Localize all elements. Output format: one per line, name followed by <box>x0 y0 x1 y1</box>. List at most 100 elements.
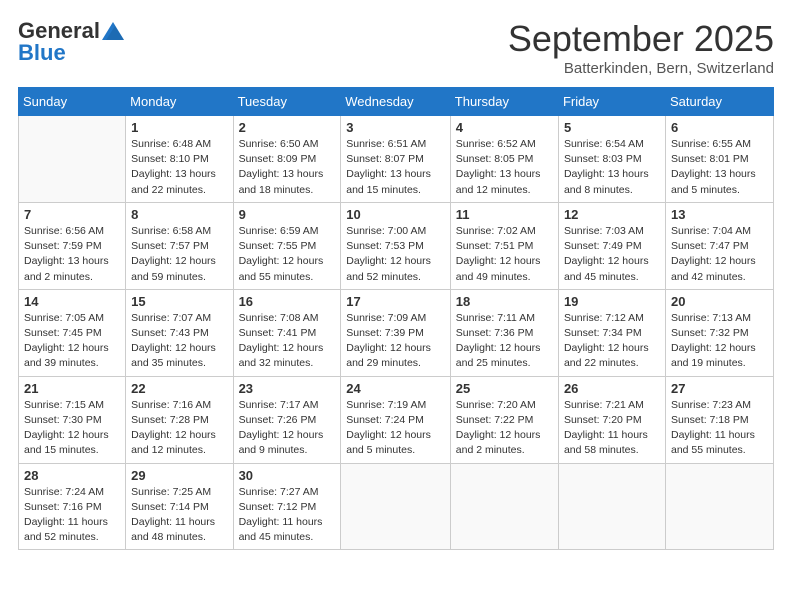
day-info: Sunrise: 7:13 AM Sunset: 7:32 PM Dayligh… <box>671 311 768 372</box>
weekday-header: Sunday <box>19 88 126 116</box>
location: Batterkinden, Bern, Switzerland <box>508 60 774 77</box>
day-number: 28 <box>24 468 120 483</box>
day-info: Sunrise: 7:00 AM Sunset: 7:53 PM Dayligh… <box>346 224 445 285</box>
day-info: Sunrise: 7:19 AM Sunset: 7:24 PM Dayligh… <box>346 398 445 459</box>
calendar-cell <box>450 463 558 550</box>
day-number: 2 <box>239 120 336 135</box>
day-number: 22 <box>131 381 227 396</box>
calendar-cell: 26 Sunrise: 7:21 AM Sunset: 7:20 PM Dayli… <box>558 376 665 463</box>
day-info: Sunrise: 6:58 AM Sunset: 7:57 PM Dayligh… <box>131 224 227 285</box>
day-info: Sunrise: 7:27 AM Sunset: 7:12 PM Dayligh… <box>239 485 336 546</box>
day-info: Sunrise: 6:51 AM Sunset: 8:07 PM Dayligh… <box>346 137 445 198</box>
day-number: 9 <box>239 207 336 222</box>
day-number: 3 <box>346 120 445 135</box>
calendar-cell: 20 Sunrise: 7:13 AM Sunset: 7:32 PM Dayli… <box>666 289 774 376</box>
calendar-week-row: 1 Sunrise: 6:48 AM Sunset: 8:10 PM Daylig… <box>19 116 774 203</box>
day-number: 20 <box>671 294 768 309</box>
calendar-cell: 5 Sunrise: 6:54 AM Sunset: 8:03 PM Daylig… <box>558 116 665 203</box>
calendar-cell: 24 Sunrise: 7:19 AM Sunset: 7:24 PM Dayli… <box>341 376 451 463</box>
weekday-header: Saturday <box>666 88 774 116</box>
calendar-cell: 2 Sunrise: 6:50 AM Sunset: 8:09 PM Daylig… <box>233 116 341 203</box>
day-info: Sunrise: 7:20 AM Sunset: 7:22 PM Dayligh… <box>456 398 553 459</box>
day-info: Sunrise: 7:08 AM Sunset: 7:41 PM Dayligh… <box>239 311 336 372</box>
page: General Blue September 2025 Batterkinden… <box>0 0 792 612</box>
day-info: Sunrise: 6:48 AM Sunset: 8:10 PM Dayligh… <box>131 137 227 198</box>
weekday-header: Thursday <box>450 88 558 116</box>
day-info: Sunrise: 7:07 AM Sunset: 7:43 PM Dayligh… <box>131 311 227 372</box>
day-number: 10 <box>346 207 445 222</box>
day-info: Sunrise: 6:59 AM Sunset: 7:55 PM Dayligh… <box>239 224 336 285</box>
day-number: 13 <box>671 207 768 222</box>
day-info: Sunrise: 6:54 AM Sunset: 8:03 PM Dayligh… <box>564 137 660 198</box>
calendar-cell: 10 Sunrise: 7:00 AM Sunset: 7:53 PM Dayli… <box>341 202 451 289</box>
header: General Blue September 2025 Batterkinden… <box>18 18 774 77</box>
day-number: 16 <box>239 294 336 309</box>
day-info: Sunrise: 7:16 AM Sunset: 7:28 PM Dayligh… <box>131 398 227 459</box>
calendar-cell: 23 Sunrise: 7:17 AM Sunset: 7:26 PM Dayli… <box>233 376 341 463</box>
day-number: 17 <box>346 294 445 309</box>
day-number: 1 <box>131 120 227 135</box>
day-number: 25 <box>456 381 553 396</box>
day-number: 27 <box>671 381 768 396</box>
calendar-cell: 22 Sunrise: 7:16 AM Sunset: 7:28 PM Dayli… <box>126 376 233 463</box>
day-number: 26 <box>564 381 660 396</box>
weekday-header: Tuesday <box>233 88 341 116</box>
weekday-header: Wednesday <box>341 88 451 116</box>
calendar-cell: 9 Sunrise: 6:59 AM Sunset: 7:55 PM Daylig… <box>233 202 341 289</box>
day-number: 14 <box>24 294 120 309</box>
weekday-header: Friday <box>558 88 665 116</box>
logo: General Blue <box>18 18 124 66</box>
day-info: Sunrise: 7:04 AM Sunset: 7:47 PM Dayligh… <box>671 224 768 285</box>
day-number: 12 <box>564 207 660 222</box>
calendar-cell: 25 Sunrise: 7:20 AM Sunset: 7:22 PM Dayli… <box>450 376 558 463</box>
calendar-cell: 19Sunrise: 7:12 AM Sunset: 7:34 PM Dayli… <box>558 289 665 376</box>
day-number: 15 <box>131 294 227 309</box>
day-number: 18 <box>456 294 553 309</box>
month-title: September 2025 <box>508 18 774 60</box>
calendar-cell <box>19 116 126 203</box>
day-info: Sunrise: 7:24 AM Sunset: 7:16 PM Dayligh… <box>24 485 120 546</box>
logo-blue-text: Blue <box>18 40 66 65</box>
day-info: Sunrise: 7:21 AM Sunset: 7:20 PM Dayligh… <box>564 398 660 459</box>
day-info: Sunrise: 7:05 AM Sunset: 7:45 PM Dayligh… <box>24 311 120 372</box>
calendar-cell <box>666 463 774 550</box>
day-info: Sunrise: 6:56 AM Sunset: 7:59 PM Dayligh… <box>24 224 120 285</box>
calendar-cell: 15 Sunrise: 7:07 AM Sunset: 7:43 PM Dayli… <box>126 289 233 376</box>
calendar-cell: 17 Sunrise: 7:09 AM Sunset: 7:39 PM Dayli… <box>341 289 451 376</box>
day-info: Sunrise: 7:15 AM Sunset: 7:30 PM Dayligh… <box>24 398 120 459</box>
day-info: Sunrise: 7:17 AM Sunset: 7:26 PM Dayligh… <box>239 398 336 459</box>
day-number: 21 <box>24 381 120 396</box>
day-number: 5 <box>564 120 660 135</box>
calendar-cell <box>558 463 665 550</box>
calendar-cell: 29Sunrise: 7:25 AM Sunset: 7:14 PM Dayli… <box>126 463 233 550</box>
day-number: 30 <box>239 468 336 483</box>
calendar-cell: 1 Sunrise: 6:48 AM Sunset: 8:10 PM Daylig… <box>126 116 233 203</box>
calendar-cell: 21 Sunrise: 7:15 AM Sunset: 7:30 PM Dayli… <box>19 376 126 463</box>
day-info: Sunrise: 6:50 AM Sunset: 8:09 PM Dayligh… <box>239 137 336 198</box>
calendar-week-row: 14 Sunrise: 7:05 AM Sunset: 7:45 PM Dayli… <box>19 289 774 376</box>
calendar-cell: 16 Sunrise: 7:08 AM Sunset: 7:41 PM Dayli… <box>233 289 341 376</box>
day-info: Sunrise: 6:52 AM Sunset: 8:05 PM Dayligh… <box>456 137 553 198</box>
calendar: SundayMondayTuesdayWednesdayThursdayFrid… <box>18 87 774 550</box>
day-info: Sunrise: 7:23 AM Sunset: 7:18 PM Dayligh… <box>671 398 768 459</box>
calendar-week-row: 28 Sunrise: 7:24 AM Sunset: 7:16 PM Dayli… <box>19 463 774 550</box>
day-info: Sunrise: 7:09 AM Sunset: 7:39 PM Dayligh… <box>346 311 445 372</box>
calendar-cell: 13 Sunrise: 7:04 AM Sunset: 7:47 PM Dayli… <box>666 202 774 289</box>
logo-icon <box>102 22 124 40</box>
day-number: 8 <box>131 207 227 222</box>
calendar-cell <box>341 463 451 550</box>
day-number: 29 <box>131 468 227 483</box>
calendar-week-row: 7 Sunrise: 6:56 AM Sunset: 7:59 PM Daylig… <box>19 202 774 289</box>
calendar-cell: 7 Sunrise: 6:56 AM Sunset: 7:59 PM Daylig… <box>19 202 126 289</box>
day-number: 7 <box>24 207 120 222</box>
calendar-week-row: 21 Sunrise: 7:15 AM Sunset: 7:30 PM Dayli… <box>19 376 774 463</box>
day-number: 24 <box>346 381 445 396</box>
calendar-cell: 11Sunrise: 7:02 AM Sunset: 7:51 PM Dayli… <box>450 202 558 289</box>
weekday-header-row: SundayMondayTuesdayWednesdayThursdayFrid… <box>19 88 774 116</box>
day-number: 23 <box>239 381 336 396</box>
day-info: Sunrise: 7:11 AM Sunset: 7:36 PM Dayligh… <box>456 311 553 372</box>
calendar-cell: 18 Sunrise: 7:11 AM Sunset: 7:36 PM Dayli… <box>450 289 558 376</box>
day-info: Sunrise: 7:12 AM Sunset: 7:34 PM Dayligh… <box>564 311 660 372</box>
day-number: 6 <box>671 120 768 135</box>
day-info: Sunrise: 7:03 AM Sunset: 7:49 PM Dayligh… <box>564 224 660 285</box>
